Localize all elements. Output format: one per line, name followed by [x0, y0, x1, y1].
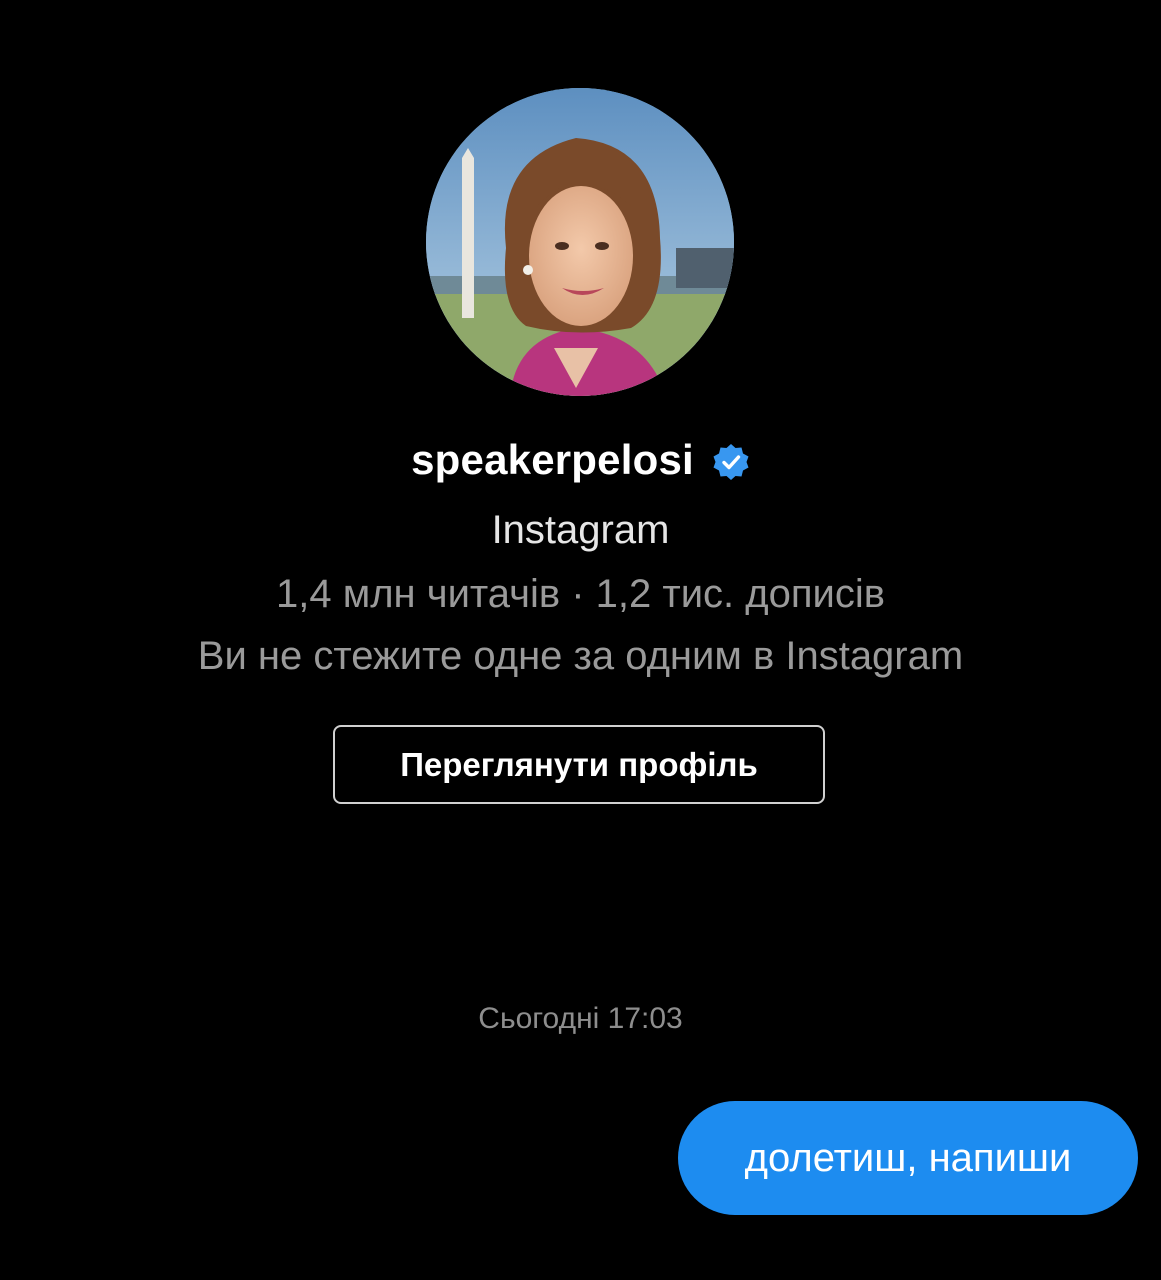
avatar-image [426, 88, 734, 396]
chat-screen: speakerpelosi Instagram 1,4 млн читачів … [0, 0, 1161, 1280]
profile-avatar[interactable] [426, 88, 734, 396]
profile-username[interactable]: speakerpelosi [411, 436, 694, 484]
message-timestamp: Сьогодні 17:03 [478, 1002, 683, 1035]
profile-platform: Instagram [491, 508, 670, 552]
profile-stats: 1,4 млн читачів · 1,2 тис. дописів [275, 572, 886, 616]
profile-name-row: speakerpelosi [0, 436, 1161, 484]
follow-status: Ви не стежите одне за одним в Instagram [197, 634, 964, 678]
view-profile-button[interactable]: Переглянути профіль [333, 725, 825, 804]
message-text: долетиш, напиши [744, 1135, 1072, 1180]
sent-message-bubble[interactable]: долетиш, напиши [678, 1101, 1138, 1215]
verified-badge-icon [712, 443, 750, 481]
